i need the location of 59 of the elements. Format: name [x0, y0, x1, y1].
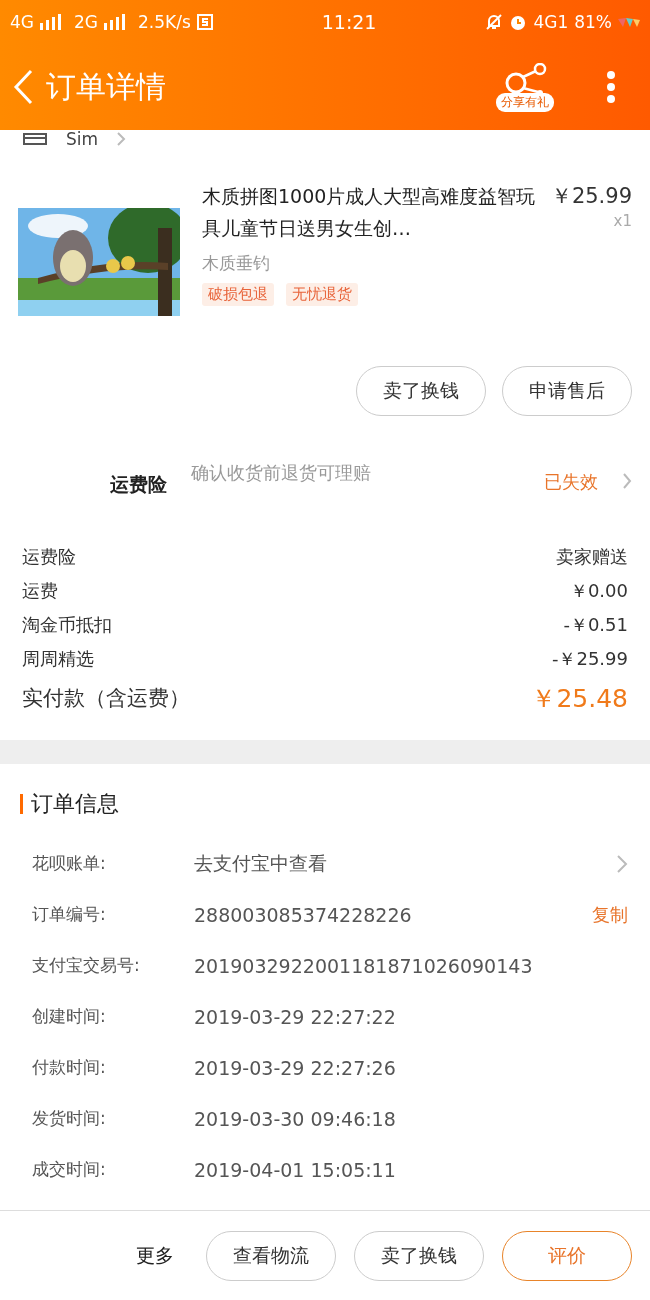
page-title: 订单详情: [46, 67, 167, 106]
service-tag: 无忧退货: [286, 283, 358, 306]
product-title[interactable]: 木质拼图1000片成人大型高难度益智玩具儿童节日送男女生创…: [202, 180, 541, 244]
action-button[interactable]: 查看物流: [206, 1230, 336, 1281]
action-button[interactable]: 申请售后: [502, 366, 632, 416]
back-icon[interactable]: [12, 69, 34, 105]
network-label: 4G: [10, 12, 34, 32]
fee-label: 运费险: [22, 545, 76, 569]
fee-value: 卖家赠送: [556, 545, 628, 569]
fee-value: -￥25.99: [551, 647, 628, 671]
fee-label: 实付款（含运费）: [22, 685, 190, 712]
network-label: 2G: [74, 12, 98, 32]
shop-name[interactable]: Sim: [66, 129, 99, 149]
signal-icon: [104, 14, 126, 30]
info-value: 2019-03-29 22:27:26: [194, 1056, 397, 1079]
fee-value: ￥0.00: [569, 579, 628, 603]
bell-off-icon: [485, 13, 504, 31]
product-spec: 木质垂钓: [202, 252, 271, 275]
info-label: 付款时间:: [32, 1056, 107, 1079]
clock-label: 11:21: [320, 11, 378, 33]
chevron-icon: [622, 472, 632, 490]
more-link[interactable]: 更多: [136, 1242, 174, 1269]
info-value: 288003085374228226: [194, 903, 413, 926]
info-label: 发货时间:: [32, 1107, 107, 1130]
service-tag: 破损包退: [202, 283, 274, 306]
speed-label: 2.5K/s: [138, 12, 191, 32]
fee-value: -￥0.51: [563, 613, 628, 637]
section-title: 订单信息: [31, 790, 119, 818]
battery-label: 81%: [574, 12, 612, 32]
insurance-description: 确认收货前退货可理赔: [191, 461, 372, 485]
network-label: 4G1: [533, 12, 569, 32]
fee-label: 淘金币抵扣: [22, 613, 112, 637]
fee-label: 周周精选: [22, 647, 94, 671]
bunting-icon: [618, 15, 640, 29]
info-label: 支付宝交易号:: [32, 954, 141, 977]
signal-icon: [40, 14, 62, 30]
info-label: 成交时间:: [32, 1158, 107, 1181]
chevron-icon: [116, 132, 127, 146]
info-label: 订单编号:: [32, 903, 107, 926]
product-quantity: x1: [613, 212, 632, 230]
info-label: 花呗账单:: [32, 852, 107, 875]
info-label: 创建时间:: [32, 1005, 107, 1028]
more-icon[interactable]: [606, 70, 616, 104]
share-button[interactable]: 分享有礼: [496, 62, 554, 112]
info-value: 去支付宝中查看: [194, 850, 328, 876]
action-button[interactable]: 卖了换钱: [356, 366, 486, 416]
info-value: 2019-04-01 15:05:11: [194, 1158, 397, 1181]
fee-value: ￥25.48: [531, 682, 628, 715]
info-value: 2019-03-30 09:46:18: [194, 1107, 397, 1130]
product-price: ￥25.99: [550, 183, 632, 210]
insurance-label: 运费险: [110, 472, 167, 497]
chevron-icon[interactable]: [616, 853, 628, 874]
shop-icon: [22, 132, 48, 146]
alarm-icon: [509, 13, 528, 31]
fee-label: 运费: [22, 579, 58, 603]
action-button[interactable]: 卖了换钱: [354, 1230, 484, 1281]
info-value: 2019-03-29 22:27:22: [194, 1005, 397, 1028]
info-value: 2019032922001181871026090143: [194, 954, 534, 977]
app-icon: [196, 14, 213, 30]
